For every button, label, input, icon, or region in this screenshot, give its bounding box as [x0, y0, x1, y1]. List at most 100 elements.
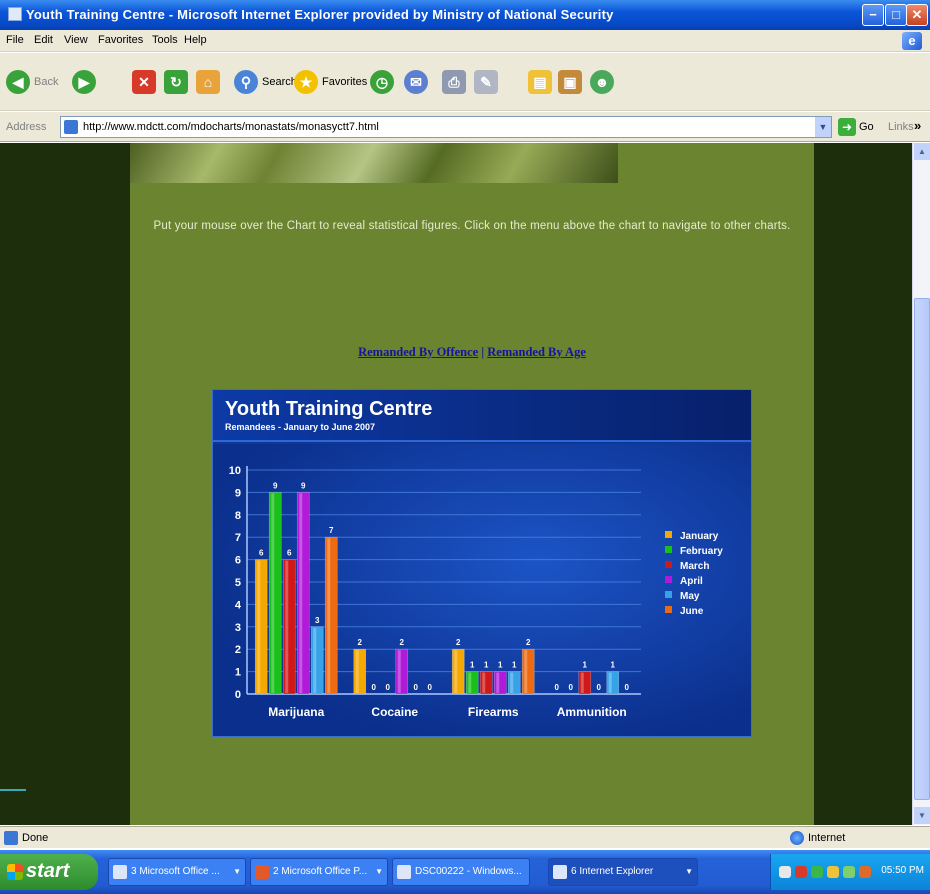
- mail-icon: ✉: [404, 70, 428, 94]
- category-label: Firearms: [468, 705, 519, 719]
- remanded-by-offence-link[interactable]: Remanded By Offence: [358, 345, 478, 359]
- picture-viewer-icon: [397, 865, 411, 879]
- zone-text: Internet: [808, 832, 846, 844]
- refresh-button[interactable]: ↻: [164, 67, 192, 97]
- data-label: 2: [358, 638, 363, 647]
- legend-swatch: [665, 591, 672, 598]
- address-url[interactable]: http://www.mdctt.com/mdocharts/monastats…: [83, 121, 379, 133]
- powerpoint-icon: [255, 865, 269, 879]
- status-text: Done: [22, 832, 49, 844]
- bar: [296, 492, 310, 695]
- tray-app-icon[interactable]: [859, 866, 871, 878]
- vertical-scrollbar[interactable]: ▲ ▼: [912, 143, 930, 825]
- status-bar: Done Internet: [0, 826, 930, 848]
- print-button[interactable]: ⎙: [442, 67, 470, 97]
- menu-tools[interactable]: Tools: [152, 34, 178, 46]
- address-input[interactable]: http://www.mdctt.com/mdocharts/monastats…: [60, 116, 832, 138]
- legend-swatch: [665, 561, 672, 568]
- data-label: 1: [470, 661, 475, 670]
- windows-flag-icon: [7, 864, 23, 880]
- system-tray: 05:50 PM: [770, 854, 930, 890]
- legend-label: February: [680, 546, 723, 557]
- bar-highlight: [299, 493, 303, 693]
- bar-chart[interactable]: 012345678910696937Marijuana20 020 0Cocaine…: [213, 444, 752, 737]
- back-arrow-icon: ◀: [6, 70, 30, 94]
- scroll-thumb[interactable]: [914, 298, 930, 800]
- bar-highlight: [510, 672, 514, 693]
- forward-button[interactable]: ▶: [72, 67, 100, 97]
- data-label: 0: [386, 683, 391, 692]
- data-label: 1: [512, 661, 517, 670]
- favorites-star-icon: ★: [294, 70, 318, 94]
- research-button[interactable]: ▣: [558, 67, 586, 97]
- page-content: Put your mouse over the Chart to reveal …: [130, 143, 814, 825]
- favorites-label: Favorites: [322, 76, 368, 88]
- start-button[interactable]: start: [0, 854, 98, 890]
- data-label: 6: [287, 549, 292, 558]
- print-icon: ⎙: [442, 70, 466, 94]
- data-label: 7: [329, 526, 334, 535]
- home-button[interactable]: ⌂: [196, 67, 224, 97]
- task-button[interactable]: 3 Microsoft Office ... ▼: [108, 858, 246, 886]
- menu-file[interactable]: File: [6, 34, 24, 46]
- history-icon: ◷: [370, 70, 394, 94]
- mail-button[interactable]: ✉: [404, 67, 432, 97]
- minimize-button[interactable]: −: [862, 4, 884, 26]
- bar-highlight: [257, 560, 261, 693]
- chevron-down-icon[interactable]: ▼: [815, 117, 831, 137]
- data-label: 9: [273, 481, 278, 490]
- divider-line: [0, 789, 26, 791]
- network-icon[interactable]: [811, 866, 823, 878]
- bar: [606, 671, 620, 695]
- category-label: Cocaine: [371, 705, 418, 719]
- bar: [254, 559, 268, 695]
- office-icon: [113, 865, 127, 879]
- data-label: 3: [315, 616, 320, 625]
- history-button[interactable]: ◷: [370, 67, 398, 97]
- y-tick-label: 8: [235, 510, 241, 522]
- data-label: 0: [372, 683, 377, 692]
- chevron-right-icon[interactable]: »: [914, 118, 921, 133]
- bar: [578, 671, 592, 695]
- bar: [324, 536, 338, 695]
- folder-button[interactable]: ▤: [528, 67, 556, 97]
- menu-view[interactable]: View: [64, 34, 88, 46]
- tray-app-icon[interactable]: [827, 866, 839, 878]
- close-button[interactable]: ✕: [906, 4, 928, 26]
- task-button[interactable]: 2 Microsoft Office P... ▼: [250, 858, 388, 886]
- messenger-button[interactable]: ☻: [590, 67, 618, 97]
- y-tick-label: 7: [235, 532, 241, 544]
- security-icon[interactable]: [795, 866, 807, 878]
- data-label: 0: [625, 683, 630, 692]
- bar: [353, 648, 367, 695]
- back-button[interactable]: ◀ Back: [6, 67, 58, 97]
- maximize-button[interactable]: □: [885, 4, 907, 26]
- header-banner-image: [130, 143, 618, 183]
- volume-icon[interactable]: [779, 866, 791, 878]
- scroll-down-icon[interactable]: ▼: [914, 807, 930, 824]
- legend-swatch: [665, 606, 672, 613]
- window-title: Youth Training Centre - Microsoft Intern…: [26, 7, 614, 22]
- go-button[interactable]: ➜ Go: [838, 117, 874, 137]
- menu-edit[interactable]: Edit: [34, 34, 53, 46]
- task-button[interactable]: 6 Internet Explorer ▼: [548, 858, 698, 886]
- chevron-down-icon: ▼: [233, 867, 241, 876]
- menu-favorites[interactable]: Favorites: [98, 34, 143, 46]
- bar-highlight: [271, 493, 275, 693]
- stop-button[interactable]: ✕: [132, 67, 160, 97]
- data-label: 1: [484, 661, 489, 670]
- favorites-button[interactable]: ★ Favorites: [294, 67, 367, 97]
- task-button[interactable]: DSC00222 - Windows...: [392, 858, 530, 886]
- category-label: Marijuana: [268, 705, 324, 719]
- legend-swatch: [665, 546, 672, 553]
- legend-label: April: [680, 576, 703, 587]
- tray-app-icon[interactable]: [843, 866, 855, 878]
- chart-panel[interactable]: Youth Training Centre Remandees - Januar…: [212, 389, 752, 737]
- scroll-up-icon[interactable]: ▲: [914, 143, 930, 160]
- links-label[interactable]: Links: [888, 121, 914, 133]
- menu-help[interactable]: Help: [184, 34, 207, 46]
- search-button[interactable]: ⚲ Search: [234, 67, 297, 97]
- edit-button[interactable]: ✎: [474, 67, 502, 97]
- refresh-icon: ↻: [164, 70, 188, 94]
- remanded-by-age-link[interactable]: Remanded By Age: [487, 345, 586, 359]
